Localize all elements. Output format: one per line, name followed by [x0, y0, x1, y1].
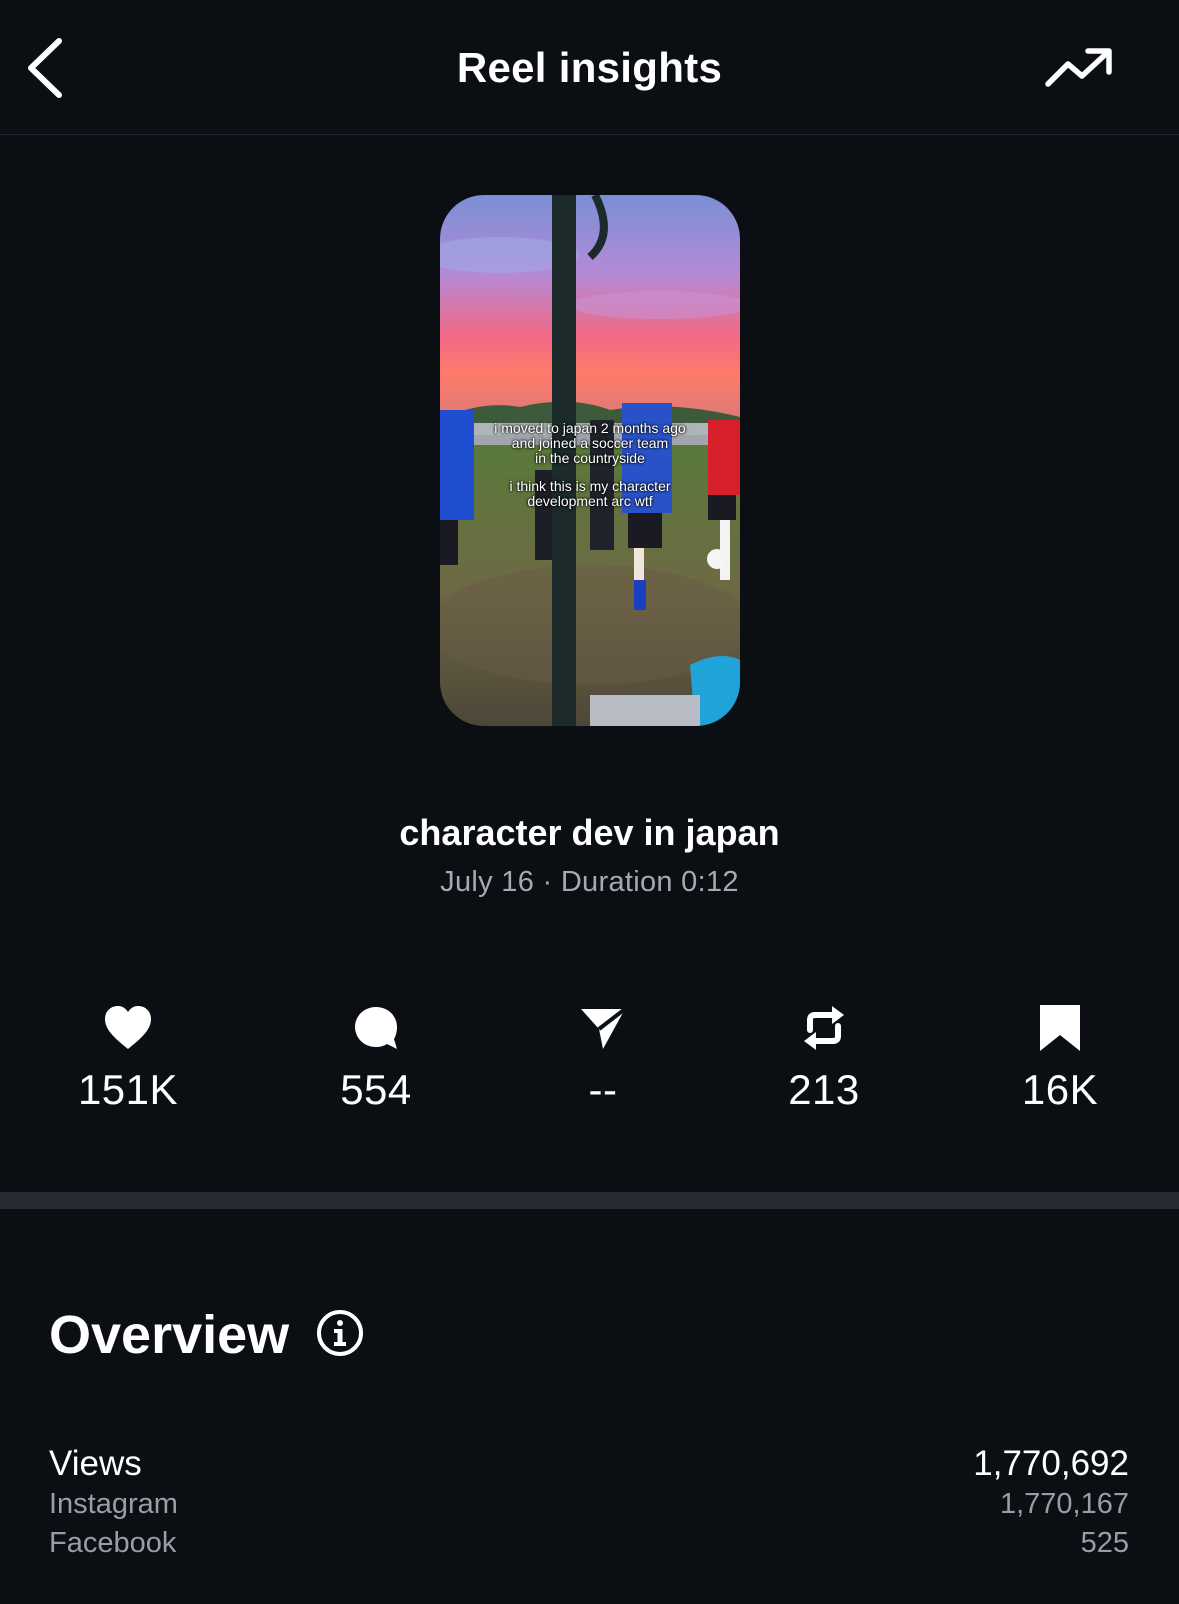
- overview-title: Overview: [49, 1305, 290, 1365]
- reel-title: character dev in japan: [399, 812, 780, 853]
- stat-value: 213: [788, 1066, 860, 1113]
- thumbnail-caption: i moved to japan 2 months ago and joined…: [440, 421, 740, 522]
- trends-button[interactable]: [1041, 40, 1117, 96]
- stat-reposts: 213: [724, 1000, 924, 1114]
- repost-icon: [804, 1006, 844, 1050]
- stat-saves: 16K: [960, 1000, 1160, 1114]
- comment-icon: [355, 1007, 397, 1049]
- facebook-views-row: Facebook 525: [49, 1527, 1129, 1560]
- bookmark-icon: [1040, 1005, 1080, 1051]
- trending-up-icon: [1045, 48, 1112, 87]
- share-icon: [581, 1007, 627, 1049]
- stat-value: --: [588, 1066, 618, 1113]
- thumbnail-caption-line: i think this is my character development…: [509, 478, 671, 509]
- instagram-label: Instagram: [49, 1488, 178, 1520]
- stat-value: 554: [340, 1066, 412, 1113]
- views-label: Views: [49, 1444, 142, 1483]
- views-value: 1,770,692: [973, 1444, 1129, 1483]
- overview-info-button[interactable]: [315, 1308, 365, 1358]
- stat-value: 151K: [77, 1066, 179, 1113]
- facebook-label: Facebook: [49, 1527, 177, 1559]
- stat-likes: 151K: [28, 1000, 228, 1114]
- section-divider: [0, 1192, 1179, 1209]
- views-row: Views 1,770,692: [49, 1444, 1129, 1484]
- stat-comments: 554: [276, 1000, 476, 1114]
- facebook-value: 525: [1080, 1527, 1129, 1559]
- page-title: Reel insights: [456, 44, 723, 91]
- instagram-views-row: Instagram 1,770,167: [49, 1488, 1129, 1521]
- thumbnail-caption-line: i moved to japan 2 months ago and joined…: [494, 420, 686, 466]
- header-bar: Reel insights: [0, 0, 1179, 135]
- reel-insights-screen: Reel insights i moved to japan 2 months …: [0, 0, 1179, 1604]
- stat-value: 16K: [1021, 1066, 1099, 1113]
- info-icon: [317, 1310, 363, 1356]
- stat-shares: --: [503, 1000, 703, 1114]
- reel-thumbnail[interactable]: i moved to japan 2 months ago and joined…: [440, 195, 740, 726]
- instagram-value: 1,770,167: [999, 1488, 1129, 1520]
- reel-meta: July 16 · Duration 0:12: [440, 866, 739, 898]
- heart-icon: [105, 1006, 151, 1049]
